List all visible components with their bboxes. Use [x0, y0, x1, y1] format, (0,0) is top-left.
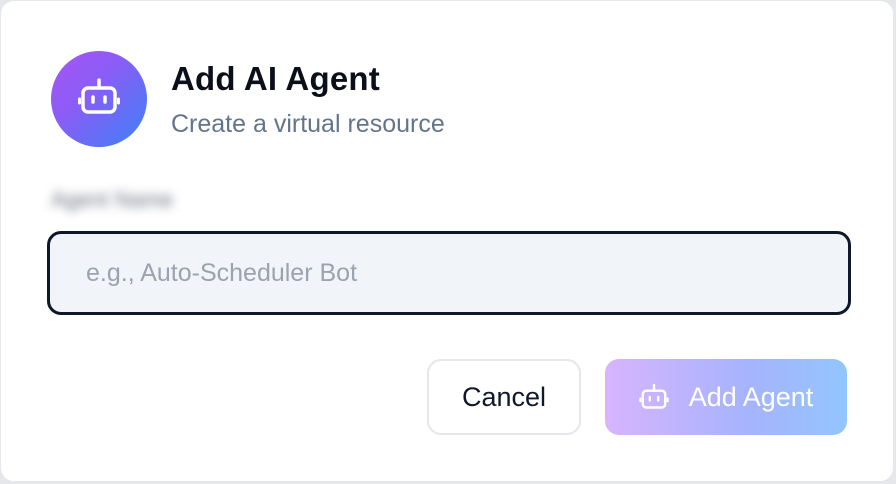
add-agent-button-label: Add Agent — [688, 381, 814, 412]
add-agent-button[interactable]: Add Agent — [605, 359, 847, 435]
add-agent-dialog: Add AI Agent Create a virtual resource A… — [0, 0, 894, 482]
dialog-header: Add AI Agent Create a virtual resource — [51, 51, 445, 147]
cancel-button-label: Cancel — [461, 381, 547, 412]
bot-icon — [638, 383, 669, 411]
cancel-button[interactable]: Cancel — [427, 359, 581, 435]
bot-icon — [78, 77, 120, 122]
agent-name-label: Agent Name — [51, 187, 174, 212]
dialog-titles: Add AI Agent Create a virtual resource — [171, 59, 445, 139]
agent-name-input[interactable] — [47, 231, 851, 315]
dialog-subtitle: Create a virtual resource — [171, 110, 445, 138]
dialog-title: Add AI Agent — [171, 60, 380, 97]
agent-avatar — [51, 51, 147, 147]
